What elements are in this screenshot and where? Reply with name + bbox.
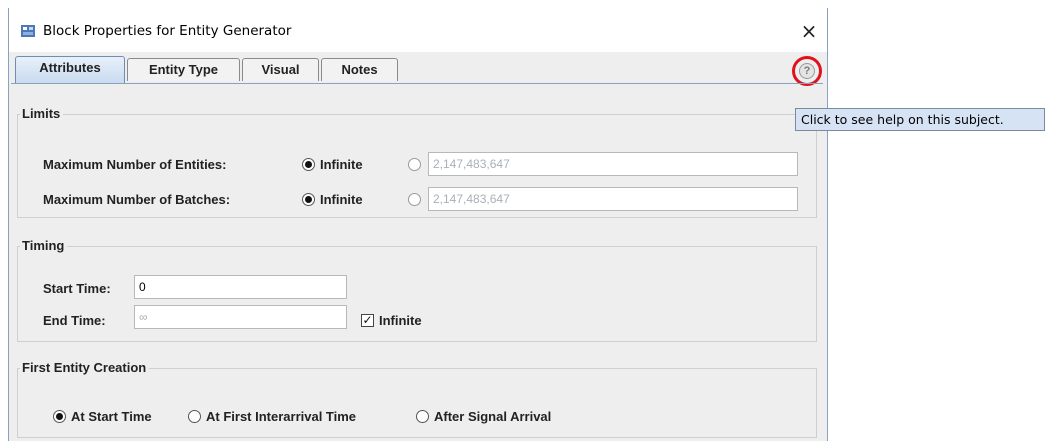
- end-time-infinite-label: Infinite: [379, 313, 422, 328]
- max-entities-infinite-label: Infinite: [320, 157, 363, 172]
- tab-attributes[interactable]: Attributes: [15, 56, 125, 83]
- tab-visual[interactable]: Visual: [242, 58, 319, 81]
- timing-group: Timing Start Time: 0 End Time: ∞ ✓ Infin…: [17, 238, 817, 342]
- after-signal-arrival-label: After Signal Arrival: [434, 409, 552, 424]
- limits-group: Limits Maximum Number of Entities: Infin…: [17, 106, 817, 218]
- at-first-interarrival-radio[interactable]: [188, 410, 201, 423]
- close-button[interactable]: ×: [797, 20, 821, 42]
- at-first-interarrival-label: At First Interarrival Time: [206, 409, 357, 424]
- limits-title: Limits: [20, 106, 64, 121]
- max-batches-field[interactable]: 2,147,483,647: [428, 187, 798, 211]
- tab-notes[interactable]: Notes: [321, 58, 398, 81]
- end-time-input[interactable]: ∞: [134, 305, 347, 329]
- first-entity-creation-group: First Entity Creation At Start Time At F…: [17, 360, 817, 438]
- window-title: Block Properties for Entity Generator: [43, 23, 292, 39]
- help-button[interactable]: ?: [792, 56, 822, 86]
- timing-title: Timing: [20, 238, 68, 253]
- max-batches-label: Maximum Number of Batches:: [43, 192, 231, 207]
- block-properties-dialog: Block Properties for Entity Generator × …: [8, 8, 828, 441]
- start-time-label: Start Time:: [43, 281, 111, 296]
- at-start-time-radio[interactable]: [53, 410, 66, 423]
- help-icon[interactable]: ?: [799, 63, 815, 79]
- title-bar: Block Properties for Entity Generator ×: [9, 8, 827, 52]
- app-icon: [21, 25, 35, 37]
- end-time-infinite-checkbox[interactable]: ✓: [361, 314, 374, 327]
- help-tooltip: Click to see help on this subject.: [795, 108, 1045, 131]
- max-entities-value-radio[interactable]: [408, 158, 421, 171]
- end-time-label: End Time:: [43, 313, 106, 328]
- max-batches-value-radio[interactable]: [408, 193, 421, 206]
- first-entity-creation-title: First Entity Creation: [20, 360, 150, 375]
- start-time-input[interactable]: 0: [134, 275, 347, 299]
- max-entities-infinite-radio[interactable]: [302, 158, 315, 171]
- max-entities-field[interactable]: 2,147,483,647: [428, 152, 798, 176]
- tab-entity-type[interactable]: Entity Type: [127, 58, 240, 81]
- max-entities-label: Maximum Number of Entities:: [43, 157, 227, 172]
- after-signal-arrival-radio[interactable]: [416, 410, 429, 423]
- at-start-time-label: At Start Time: [71, 409, 152, 424]
- max-batches-infinite-label: Infinite: [320, 192, 363, 207]
- max-batches-infinite-radio[interactable]: [302, 193, 315, 206]
- attributes-panel: Limits Maximum Number of Entities: Infin…: [11, 83, 823, 441]
